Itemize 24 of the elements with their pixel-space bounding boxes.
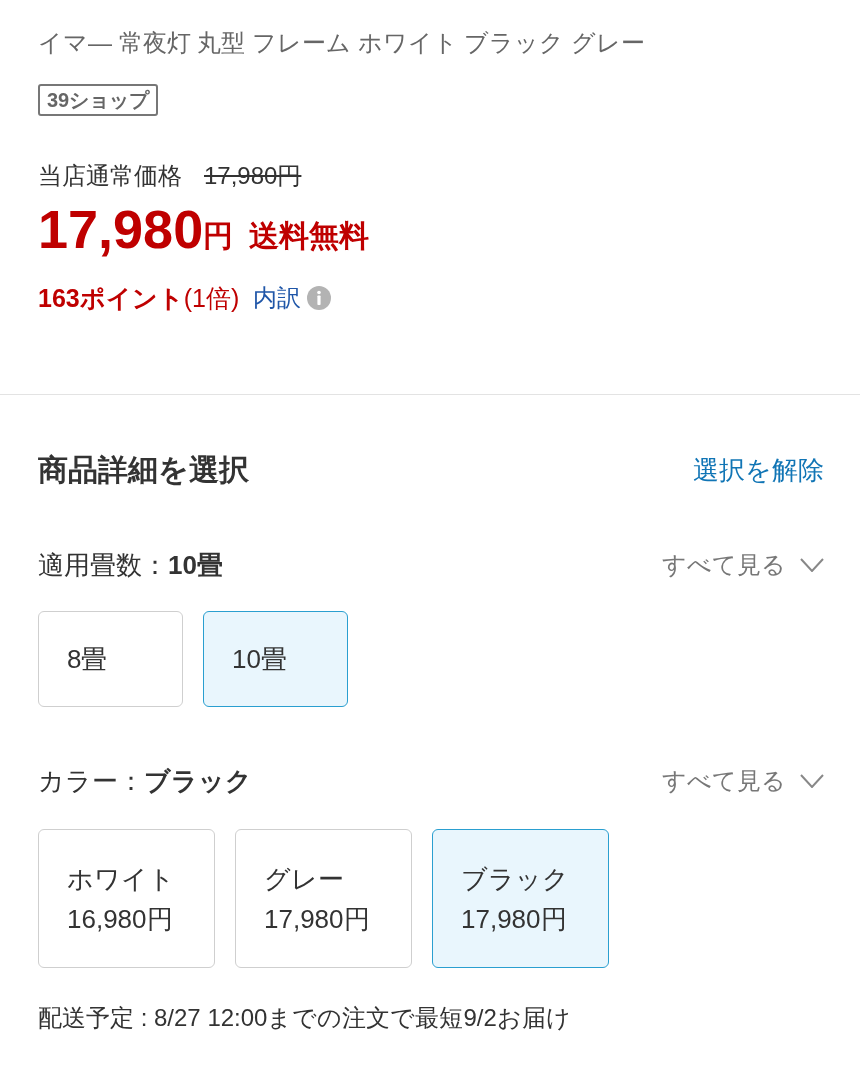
see-all-link[interactable]: すべて見る	[662, 765, 786, 797]
chevron-down-icon[interactable]	[800, 558, 824, 572]
shop-badge: 39ショップ	[38, 84, 159, 116]
option-group-label: 適用畳数：10畳	[38, 549, 223, 582]
sale-price: 17,980	[38, 201, 204, 257]
currency-unit: 円	[203, 218, 234, 254]
clear-selection-link[interactable]: 選択を解除	[693, 452, 824, 488]
size-option[interactable]: 8畳	[38, 611, 183, 707]
free-shipping-label: 送料無料	[249, 218, 370, 254]
color-option[interactable]: グレー 17,980円	[235, 829, 412, 968]
product-title: イマ― 常夜灯 丸型 フレーム ホワイト ブラック グレー	[38, 28, 646, 58]
points-text: 163ポイント(1倍)	[38, 283, 240, 314]
color-option[interactable]: ホワイト 16,980円	[38, 829, 215, 968]
color-option[interactable]: ブラック 17,980円	[432, 829, 609, 968]
section-title: 商品詳細を選択	[38, 452, 249, 488]
see-all-link[interactable]: すべて見る	[662, 549, 786, 581]
chevron-down-icon[interactable]	[800, 774, 824, 788]
regular-price-label: 当店通常価格	[38, 161, 182, 191]
size-option[interactable]: 10畳	[203, 611, 348, 707]
regular-price: 17,980円	[204, 161, 302, 191]
breakdown-link[interactable]: 内訳	[253, 282, 302, 314]
option-group-label: カラー：ブラック	[38, 765, 252, 798]
info-icon[interactable]	[307, 286, 332, 310]
delivery-estimate: 配送予定 : 8/27 12:00までの注文で最短9/2お届け	[38, 1003, 572, 1033]
